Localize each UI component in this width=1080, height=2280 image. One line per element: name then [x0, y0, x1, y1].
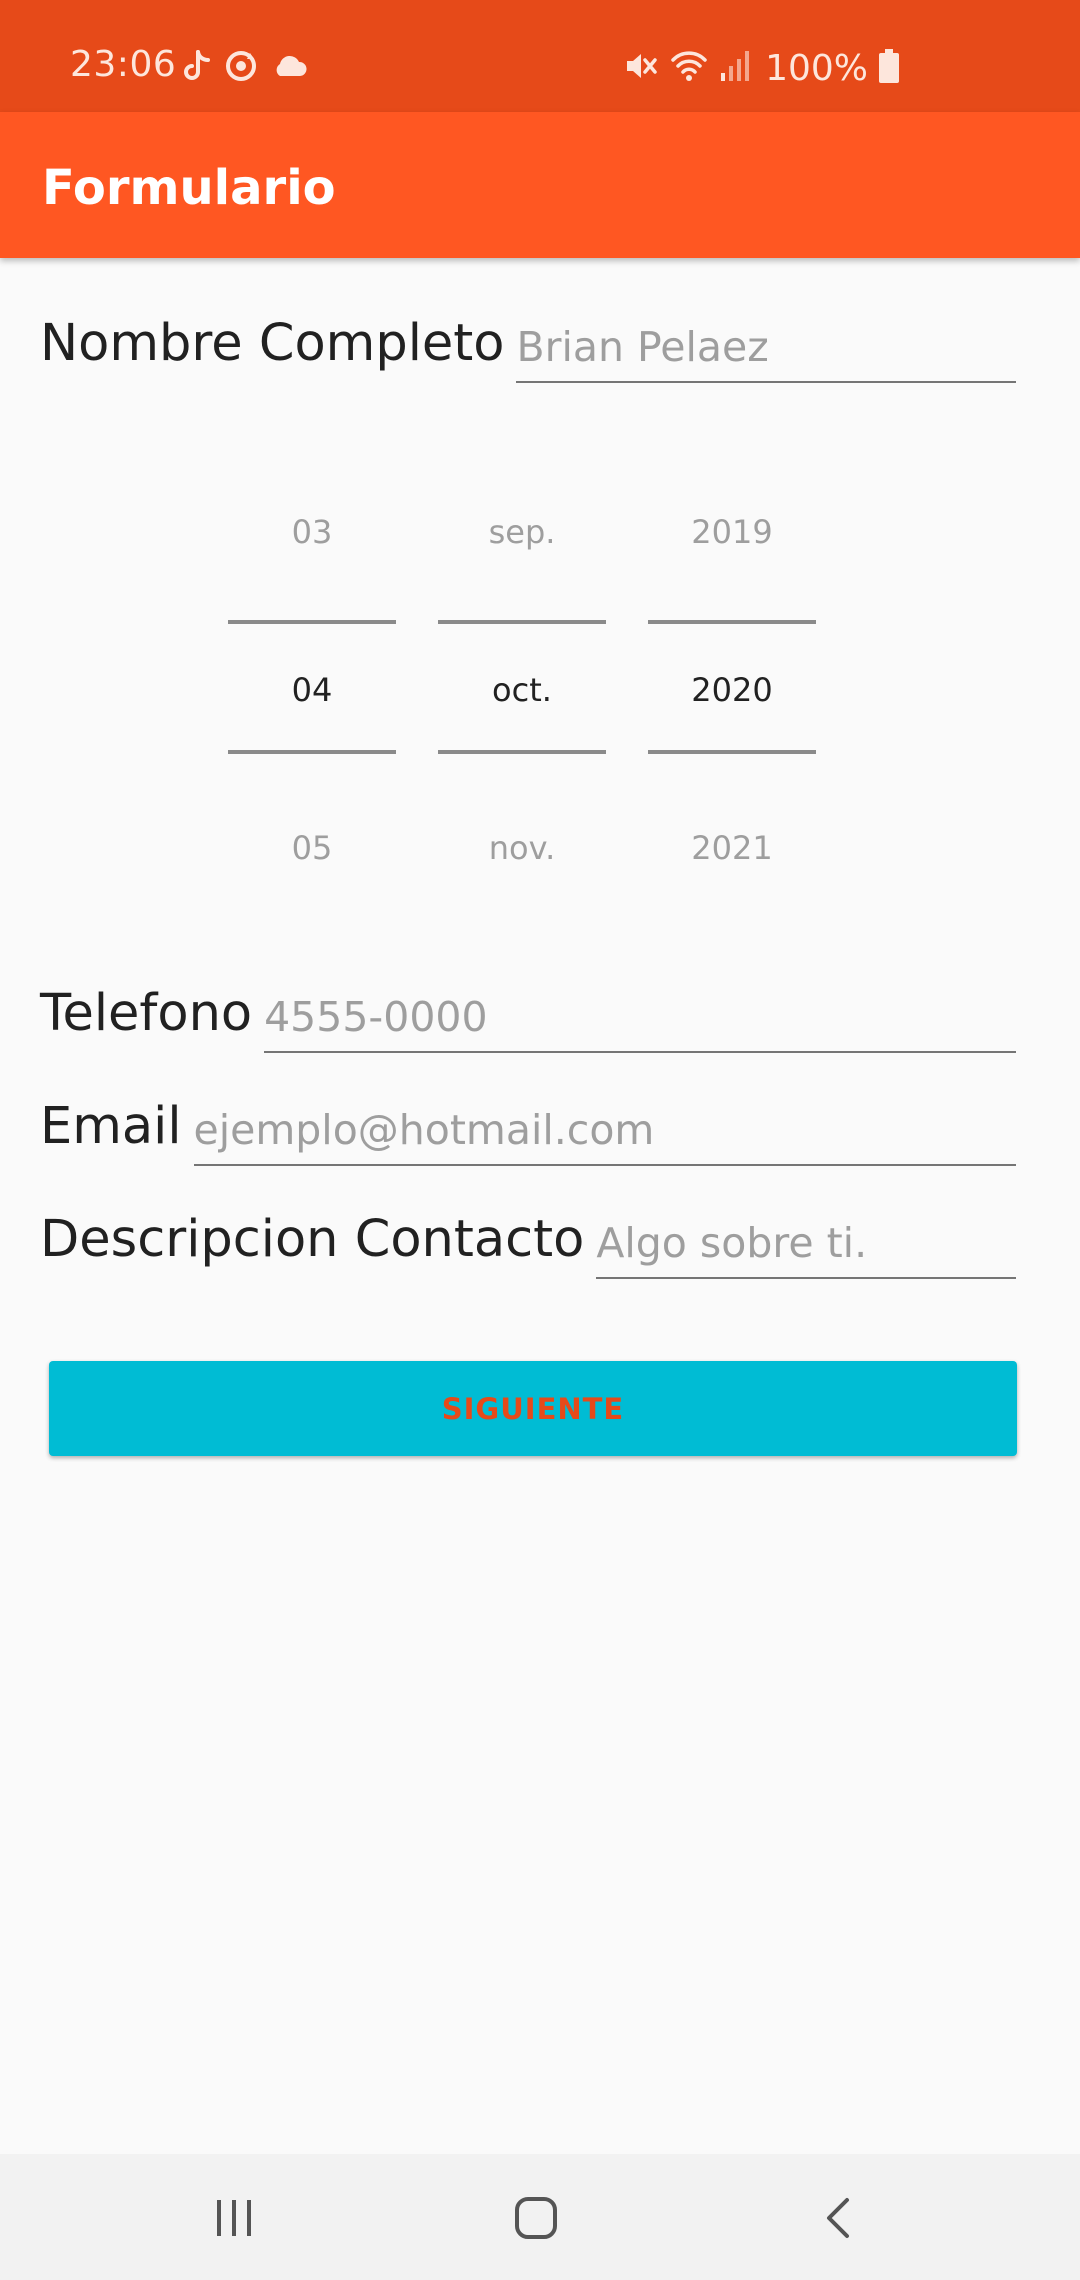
picker-divider: [438, 620, 606, 624]
description-field[interactable]: [596, 1219, 1016, 1279]
month-current[interactable]: oct.: [438, 674, 606, 706]
next-button[interactable]: SIGUIENTE: [49, 1361, 1017, 1456]
phone-row: Telefono: [40, 988, 1016, 1053]
signal-icon: [719, 49, 751, 87]
email-label: Email: [40, 1097, 182, 1156]
app-bar: Formulario: [0, 112, 1080, 258]
name-label: Nombre Completo: [40, 314, 505, 373]
picker-divider: [438, 750, 606, 754]
month-spinner[interactable]: sep. oct. nov.: [438, 470, 606, 910]
month-next[interactable]: nov.: [438, 832, 606, 864]
name-row: Nombre Completo: [40, 318, 1016, 383]
tiktok-icon: [184, 50, 210, 86]
status-system-icons: 100%: [623, 44, 900, 92]
day-spinner[interactable]: 03 04 05: [228, 470, 396, 910]
back-button[interactable]: [798, 2180, 878, 2260]
picker-divider: [228, 750, 396, 754]
page-title: Formulario: [42, 160, 336, 216]
day-next[interactable]: 05: [228, 832, 396, 864]
wifi-icon: [669, 48, 709, 88]
status-time: 23:06: [70, 44, 177, 85]
battery-percentage: 100%: [765, 47, 868, 89]
month-prev[interactable]: sep.: [438, 516, 606, 548]
battery-icon: [878, 49, 900, 87]
date-picker[interactable]: 03 04 05 sep. oct. nov. 2019 2020 2021: [228, 470, 816, 910]
mute-icon: [623, 48, 659, 88]
recent-apps-button[interactable]: [194, 2180, 274, 2260]
sync-icon: [224, 49, 258, 87]
description-row: Descripcion Contacto: [40, 1214, 1016, 1279]
year-prev[interactable]: 2019: [648, 516, 816, 548]
phone-label: Telefono: [40, 984, 253, 1043]
navigation-bar: [0, 2154, 1080, 2280]
picker-divider: [228, 620, 396, 624]
status-bar: 23:06 100%: [0, 0, 1080, 112]
year-spinner[interactable]: 2019 2020 2021: [648, 470, 816, 910]
day-prev[interactable]: 03: [228, 516, 396, 548]
home-icon: [514, 2196, 558, 2244]
picker-divider: [648, 620, 816, 624]
email-field[interactable]: [193, 1106, 1016, 1166]
day-current[interactable]: 04: [228, 674, 396, 706]
description-label: Descripcion Contacto: [40, 1210, 585, 1269]
year-next[interactable]: 2021: [648, 832, 816, 864]
status-notification-icons: [184, 48, 308, 88]
picker-divider: [648, 750, 816, 754]
name-field[interactable]: [516, 323, 1016, 383]
phone-field[interactable]: [264, 993, 1016, 1053]
year-current[interactable]: 2020: [648, 674, 816, 706]
home-button[interactable]: [496, 2180, 576, 2260]
recent-apps-icon: [212, 2198, 256, 2242]
cloud-icon: [272, 54, 308, 82]
email-row: Email: [40, 1101, 1016, 1166]
back-icon: [823, 2196, 853, 2244]
